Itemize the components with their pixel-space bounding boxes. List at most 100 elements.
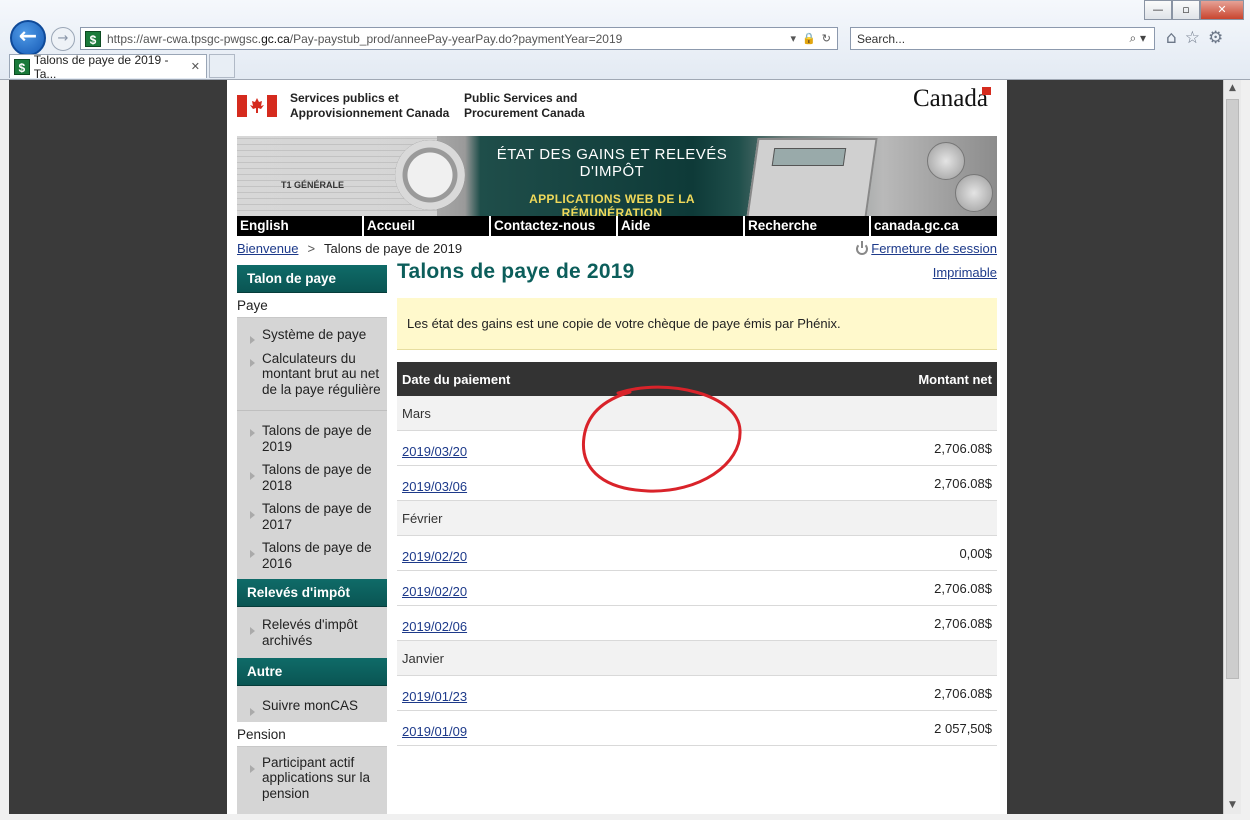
maximize-button[interactable]: ▫ [1172,0,1200,20]
sidebar-item-releves-archives[interactable]: Relevés d'impôt archivés [237,617,387,658]
month-row-fevrier: Février [397,501,997,536]
tab-close-icon[interactable]: ✕ [191,60,206,73]
scroll-down-arrow-icon[interactable]: ▼ [1224,797,1241,814]
home-icon[interactable]: ⌂ [1166,28,1177,48]
breadcrumb-separator: > [307,241,316,256]
banner-image: T1 GÉNÉRALE ÉTAT DES GAINS ET RELEVÉS D'… [237,136,997,216]
column-header-amount: Montant net [918,371,992,387]
nav-aide[interactable]: Aide [618,216,745,236]
wordmark-flag-icon [981,87,991,95]
sidebar-item-talons-2018[interactable]: Talons de paye de 2018 [237,462,387,501]
month-label: Février [402,510,443,526]
net-amount: 2,706.08$ [934,615,992,631]
paystub-date-link[interactable]: 2019/02/20 [402,584,467,599]
banner-title: ÉTAT DES GAINS ET RELEVÉS D'IMPÔT [487,146,737,180]
lock-icon[interactable]: 🔒 [802,32,816,45]
url-path: /Pay-paystub_prod/anneePay-yearPay.do?pa… [289,31,623,46]
nav-canada-gc-ca[interactable]: canada.gc.ca [871,216,997,236]
table-header: Date du paiement Montant net [397,362,997,396]
browser-chrome: — ▫ ✕ ← → $ https://awr-cwa.tpsgc-pwgsc.… [0,0,1250,81]
url-domain: gc.ca [261,31,290,46]
net-amount: 2,706.08$ [934,685,992,701]
close-window-button[interactable]: ✕ [1200,0,1244,20]
month-label: Janvier [402,650,444,666]
nav-recherche[interactable]: Recherche [745,216,871,236]
department-name-en: Public Services and Procurement Canada [464,91,585,121]
browser-search-box[interactable]: Search... ⌕ ▾ [850,27,1155,50]
department-name-fr: Services publics et Approvisionnement Ca… [290,91,449,121]
breadcrumb-current: Talons de paye de 2019 [324,241,463,256]
sidebar-section-talon-de-paye: Talon de paye [237,265,387,293]
nav-contactez-nous[interactable]: Contactez-nous [491,216,618,236]
month-label: Mars [402,405,431,421]
sidebar-item-calculateurs[interactable]: Calculateurs du montant brut au net de l… [237,349,387,404]
refresh-icon[interactable]: ↻ [822,32,831,45]
minimize-button[interactable]: — [1144,0,1172,20]
tab-favicon-icon: $ [14,58,30,75]
sidebar-section-autre: Autre [237,658,387,686]
printable-link[interactable]: Imprimable [933,265,997,280]
nav-accueil[interactable]: Accueil [364,216,491,236]
table-row: 2019/02/20 0,00$ [397,536,997,571]
sidebar-item-participant-actif[interactable]: Participant actif applications sur la pe… [237,755,387,808]
sidebar-item-talons-2017[interactable]: Talons de paye de 2017 [237,501,387,540]
net-amount: 2,706.08$ [934,475,992,491]
settings-gear-icon[interactable]: ⚙ [1208,28,1223,48]
new-tab-button[interactable] [209,54,235,78]
dept-en-line2: Procurement Canada [464,106,585,120]
sidebar-subheading-paye: Paye [237,293,387,318]
browser-tab-active[interactable]: $ Talons de paye de 2019 - Ta... ✕ [9,53,207,81]
scroll-up-arrow-icon[interactable]: ▲ [1224,80,1241,97]
paystub-date-link[interactable]: 2019/03/20 [402,444,467,459]
banner-t1-label: T1 GÉNÉRALE [281,180,345,190]
table-row: 2019/03/06 2,706.08$ [397,466,997,501]
search-placeholder: Search... [857,31,906,46]
nav-english[interactable]: English [237,216,364,236]
web-page: Services publics et Approvisionnement Ca… [227,80,1007,814]
favorites-star-icon[interactable]: ☆ [1185,28,1200,48]
paystub-date-link[interactable]: 2019/01/09 [402,724,467,739]
table-row: 2019/02/06 2,706.08$ [397,606,997,641]
forward-button[interactable]: → [51,27,75,51]
sidebar-subheading-pension: Pension [237,721,387,747]
dropdown-icon[interactable]: ▾ [791,32,797,45]
vertical-scrollbar[interactable]: ▲ ▼ [1223,80,1241,814]
dept-en-line1: Public Services and [464,91,578,105]
top-navigation: English Accueil Contactez-nous Aide Rech… [237,216,997,236]
month-row-janvier: Janvier [397,641,997,676]
paystub-date-link[interactable]: 2019/02/20 [402,549,467,564]
power-icon [856,240,869,255]
scrollbar-thumb[interactable] [1226,99,1239,679]
sidebar-divider [237,403,387,411]
paystub-date-link[interactable]: 2019/03/06 [402,479,467,494]
left-sidebar: Talon de paye Paye Système de paye Calcu… [237,265,387,814]
table-row: 2019/03/20 2,706.08$ [397,431,997,466]
dept-fr-line1: Services publics et [290,91,399,105]
site-favicon-icon: $ [85,30,101,47]
sidebar-item-systeme-de-paye[interactable]: Système de paye [237,326,387,349]
back-button[interactable]: ← [10,20,46,56]
table-row: 2019/01/09 2 057,50$ [397,711,997,746]
net-amount: 2,706.08$ [934,580,992,596]
banner-title-line2: D'IMPÔT [579,163,645,180]
breadcrumb-home-link[interactable]: Bienvenue [237,241,298,256]
canada-flag-icon [237,95,277,117]
url-text: https://awr-cwa.tpsgc-pwgsc.gc.ca/Pay-pa… [107,32,791,46]
paystub-date-link[interactable]: 2019/01/23 [402,689,467,704]
search-icon[interactable]: ⌕ ▾ [1129,31,1154,46]
calculator-graphic [746,138,878,216]
watch-graphic [395,140,465,210]
coin-graphic [927,142,965,180]
coin-graphic [955,174,993,212]
sidebar-item-suivre-moncas[interactable]: Suivre monCAS [237,698,387,722]
logout-link[interactable]: Fermeture de session [871,241,997,256]
page-title: Talons de paye de 2019 [397,260,635,283]
address-bar[interactable]: $ https://awr-cwa.tpsgc-pwgsc.gc.ca/Pay-… [80,27,838,50]
sidebar-item-talons-2016[interactable]: Talons de paye de 2016 [237,540,387,579]
paystub-date-link[interactable]: 2019/02/06 [402,619,467,634]
sidebar-item-talons-2019[interactable]: Talons de paye de 2019 [237,419,387,462]
